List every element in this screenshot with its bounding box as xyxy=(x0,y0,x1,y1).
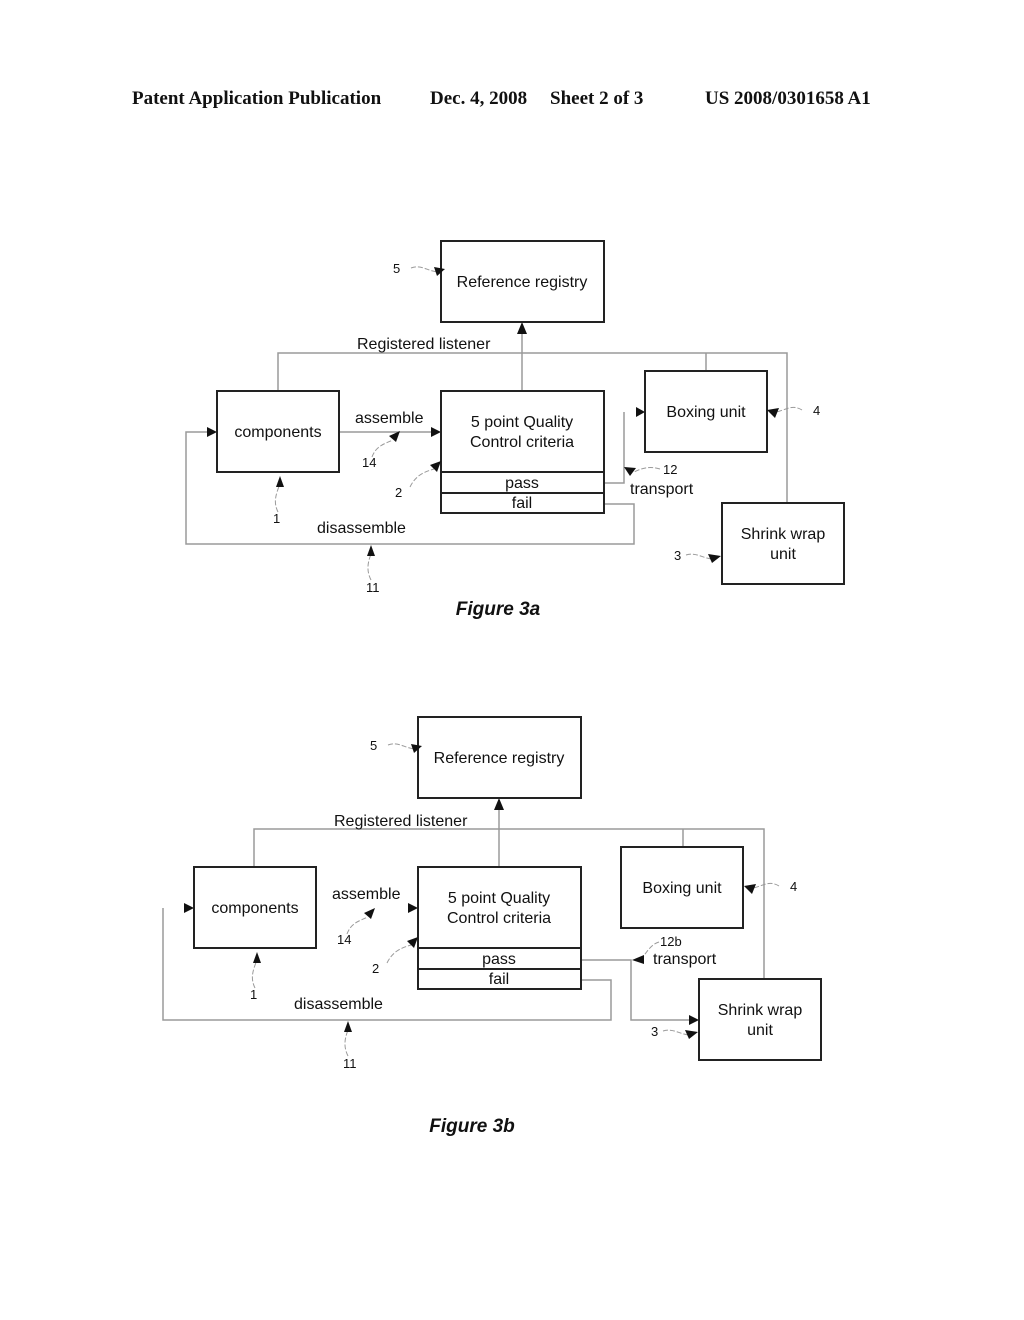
ref-numeral-boxing: 4 xyxy=(813,403,820,418)
reference-registry-label: Reference registry xyxy=(457,274,588,291)
arrow-head xyxy=(632,955,644,964)
leader-line xyxy=(251,959,258,989)
ref-numeral-boxing: 4 xyxy=(790,879,797,894)
arrow-head xyxy=(431,427,441,437)
disassemble-label: disassemble xyxy=(294,996,383,1013)
arrow-head xyxy=(636,407,645,417)
figure-3b: Reference registry components 5 point Qu… xyxy=(162,716,822,1137)
shrink-wrap-label-line2: unit xyxy=(770,546,796,563)
ref-numeral-registry: 5 xyxy=(393,261,400,276)
ref-numeral-assemble: 14 xyxy=(337,932,351,947)
arrow-head xyxy=(689,1015,699,1025)
pass-label: pass xyxy=(482,951,516,968)
fail-label: fail xyxy=(489,971,509,988)
shrink-wrap-label-line1: Shrink wrap xyxy=(741,526,826,543)
leader-line xyxy=(409,468,435,488)
transport-label: transport xyxy=(653,951,717,968)
leader-line xyxy=(752,882,780,889)
shrink-wrap-unit-box xyxy=(721,502,845,585)
assemble-label: assemble xyxy=(355,410,424,427)
quality-control-label-line2: Control criteria xyxy=(447,910,551,927)
arrow-head xyxy=(744,884,756,894)
transport-label: transport xyxy=(630,481,694,498)
ref-numeral-components: 1 xyxy=(273,511,280,526)
arrow-head xyxy=(408,903,418,913)
ref-numeral-disassemble: 11 xyxy=(343,1056,357,1071)
figure-caption: Figure 3b xyxy=(429,1116,515,1137)
arrow-head xyxy=(407,937,418,948)
leader-line xyxy=(367,553,372,581)
registered-listener-label: Registered listener xyxy=(334,813,468,830)
ref-numeral-shrink-wrap: 3 xyxy=(674,548,681,563)
ref-numeral-assemble: 14 xyxy=(362,455,376,470)
leader-line xyxy=(685,553,713,560)
leader-line xyxy=(633,467,661,473)
arrow-head xyxy=(207,427,217,437)
ref-numeral-transport: 12b xyxy=(660,934,682,949)
figure-caption: Figure 3a xyxy=(456,599,541,620)
arrow-head xyxy=(624,467,636,476)
quality-control-label-line1: 5 point Quality xyxy=(448,890,550,907)
figure-3a: Reference registry components 5 point Qu… xyxy=(185,240,845,620)
ref-numeral-registry: 5 xyxy=(370,738,377,753)
leader-line xyxy=(344,1029,349,1057)
fail-label: fail xyxy=(512,495,532,512)
leader-line xyxy=(274,483,281,513)
transport-connector xyxy=(581,959,689,1021)
reference-registry-label: Reference registry xyxy=(434,750,565,767)
ref-numeral-quality-control: 2 xyxy=(372,961,379,976)
quality-control-label-line1: 5 point Quality xyxy=(471,414,573,431)
arrow-head xyxy=(517,322,527,334)
ref-numeral-transport: 12 xyxy=(663,462,677,477)
ref-numeral-quality-control: 2 xyxy=(395,485,402,500)
leader-line xyxy=(775,406,803,413)
quality-control-label-line2: Control criteria xyxy=(470,434,574,451)
ref-numeral-disassemble: 11 xyxy=(366,580,380,595)
ref-numeral-components: 1 xyxy=(250,987,257,1002)
assemble-label: assemble xyxy=(332,886,401,903)
disassemble-label: disassemble xyxy=(317,520,406,537)
shrink-wrap-unit-box xyxy=(698,978,822,1061)
arrow-head xyxy=(344,1021,352,1032)
arrow-head xyxy=(184,903,194,913)
components-label: components xyxy=(234,424,321,441)
components-label: components xyxy=(211,900,298,917)
arrow-head xyxy=(367,545,375,556)
arrow-head xyxy=(364,908,375,919)
arrow-head xyxy=(253,952,261,963)
boxing-unit-label: Boxing unit xyxy=(642,880,722,897)
transport-connector xyxy=(604,412,625,484)
diagram-canvas: Reference registry components 5 point Qu… xyxy=(162,240,845,1137)
arrow-head xyxy=(767,408,779,418)
leader-line xyxy=(386,944,412,964)
registered-listener-label: Registered listener xyxy=(357,336,491,353)
boxing-unit-label: Boxing unit xyxy=(666,404,746,421)
shrink-wrap-label-line2: unit xyxy=(747,1022,773,1039)
shrink-wrap-label-line1: Shrink wrap xyxy=(718,1002,803,1019)
ref-numeral-shrink-wrap: 3 xyxy=(651,1024,658,1039)
pass-label: pass xyxy=(505,475,539,492)
leader-line xyxy=(662,1029,690,1036)
arrow-head xyxy=(276,476,284,487)
arrow-head xyxy=(494,798,504,810)
arrow-head xyxy=(430,461,441,472)
